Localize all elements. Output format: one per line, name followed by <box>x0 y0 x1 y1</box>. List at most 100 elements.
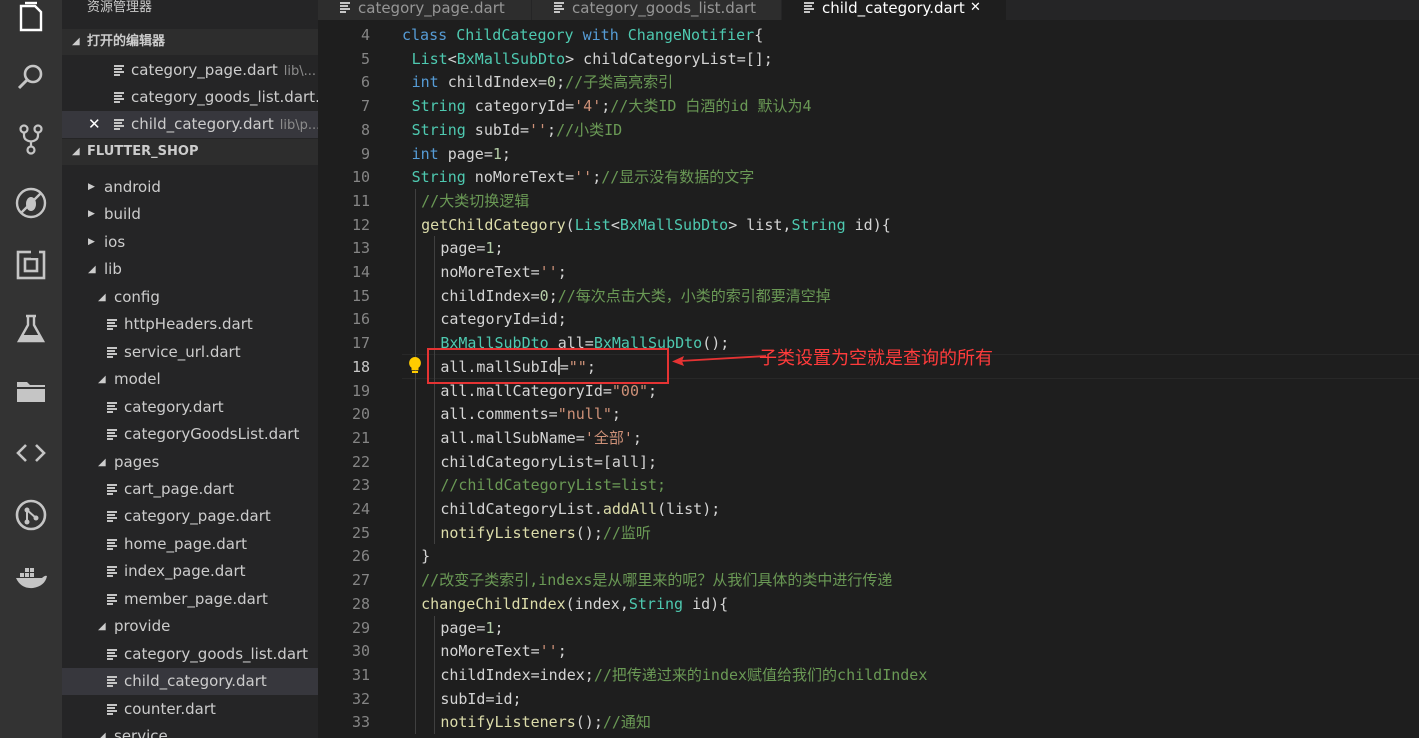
code-line: childIndex=0;//每次点击大类，小类的索引都要清空掉 <box>440 284 1419 308</box>
file-lines-icon <box>106 593 117 606</box>
tree-folder[interactable]: ▶ android <box>62 174 318 201</box>
lightbulb-icon[interactable] <box>408 356 422 374</box>
chevron-down-icon: ◢ <box>98 731 106 738</box>
code-token: //大类切换逻辑 <box>421 191 530 210</box>
code-token: String <box>791 215 855 234</box>
tree-file[interactable]: index_page.dart <box>62 558 318 585</box>
tree-file[interactable]: categoryGoodsList.dart <box>62 421 318 448</box>
tree-file[interactable]: home_page.dart <box>62 531 318 558</box>
code-token: //改变子类索引,indexs是从哪里来的呢？从我们具体的类中进行传递 <box>421 571 893 590</box>
code-token: noMoreText= <box>440 642 540 661</box>
tree-folder[interactable]: ◢ provide <box>62 613 318 640</box>
code-token: String <box>411 97 475 116</box>
chevron-right-icon: ▶ <box>88 236 95 247</box>
code-token: categoryId= <box>474 97 575 116</box>
search-icon[interactable] <box>0 52 62 102</box>
extensions-icon[interactable] <box>0 240 62 290</box>
code-token: id){ <box>692 594 729 613</box>
code-token: ; <box>547 120 557 139</box>
close-icon[interactable]: ✕ <box>88 111 101 138</box>
source-control-icon[interactable] <box>0 114 62 164</box>
tree-folder-label: ios <box>104 232 126 251</box>
tree-folder[interactable]: ◢ model <box>62 366 318 393</box>
tab-close-icon[interactable]: ✕ <box>970 0 981 16</box>
code-token: categoryId=id; <box>440 310 567 329</box>
debug-icon[interactable] <box>0 178 62 228</box>
tree-file-label: category_page.dart <box>124 507 271 526</box>
open-editor-label: category_goods_list.dart... <box>131 84 318 111</box>
tree-file[interactable]: category.dart <box>62 394 318 421</box>
code-token: > list, <box>728 215 792 234</box>
code-token: "00" <box>611 381 649 400</box>
code-line: childCategoryList.addAll(list); <box>440 497 1419 521</box>
git-history-icon[interactable] <box>0 490 62 540</box>
files-icon[interactable] <box>0 0 62 42</box>
code-line: } <box>421 544 1419 568</box>
code-line: all.comments="null"; <box>440 402 1419 426</box>
code-line: page=1; <box>440 616 1419 640</box>
tree-folder-label: lib <box>104 260 122 279</box>
code-token: all.mallCategoryId= <box>440 381 612 400</box>
code-token: childCategoryList. <box>440 500 603 518</box>
tree-folder-label: service <box>114 727 168 738</box>
tree-folder[interactable]: ◢ service <box>62 723 318 738</box>
tree-file[interactable]: member_page.dart <box>62 586 318 613</box>
open-editor-item[interactable]: ✕ child_category.dart lib\p... <box>62 111 318 138</box>
code-token: '' <box>528 120 548 139</box>
tree-file[interactable]: cart_page.dart <box>62 476 318 503</box>
code-token: getChildCategory <box>421 215 566 234</box>
code-line: notifyListeners();//监听 <box>440 521 1419 545</box>
code-token: 1 <box>485 618 495 637</box>
code-line: noMoreText=''; <box>440 260 1419 284</box>
tree-file[interactable]: service_url.dart <box>62 339 318 366</box>
file-lines-icon <box>106 318 117 331</box>
open-editor-item[interactable]: category_page.dart lib\... <box>62 57 318 84</box>
open-editor-label: child_category.dart lib\p... <box>131 111 318 139</box>
tree-folder[interactable]: ◢ pages <box>62 449 318 476</box>
folder-icon[interactable] <box>0 366 62 416</box>
tree-file-label: member_page.dart <box>124 589 268 608</box>
code-token: //监听 <box>602 523 651 542</box>
code-token: < <box>610 215 620 234</box>
tree-folder[interactable]: ◢ config <box>62 284 318 311</box>
code-token: childCategoryList=[all]; <box>440 452 658 471</box>
tree-folder-label: model <box>114 370 161 389</box>
code-token: ; <box>501 144 511 163</box>
code-token: //大类ID 白酒的id 默认为4 <box>610 97 812 116</box>
open-editors-header[interactable]: ◢ 打开的编辑器 <box>62 29 318 55</box>
tab-2[interactable]: category_goods_list.dart <box>532 0 782 20</box>
tree-file[interactable]: category_page.dart <box>62 503 318 530</box>
code-editor[interactable]: 4 5 6 7 8 9 10 11 12 13 14 15 16 17 18 19 20 21 22 23 24 25 26… <box>318 20 1419 738</box>
tree-folder[interactable]: ◢ lib <box>62 256 318 283</box>
code-token: subId= <box>474 120 529 139</box>
code-icon[interactable] <box>0 428 62 478</box>
code-token: addAll <box>602 500 658 518</box>
tree-folder[interactable]: ▶ build <box>62 201 318 228</box>
open-editor-item[interactable]: category_goods_list.dart... <box>62 84 318 111</box>
tree-file[interactable]: httpHeaders.dart <box>62 311 318 338</box>
code-token: 0 <box>539 286 549 305</box>
tab-1[interactable]: category_page.dart <box>318 0 532 20</box>
tree-file[interactable]: counter.dart <box>62 696 318 723</box>
code-token: List <box>574 215 611 234</box>
tab-label: child_category.dart <box>822 0 965 17</box>
project-header[interactable]: ◢ FLUTTER_SHOP <box>62 139 318 165</box>
file-lines-icon <box>106 675 117 688</box>
docker-icon[interactable] <box>0 552 62 602</box>
tab-3[interactable]: child_category.dart ✕ <box>782 0 1007 20</box>
code-token: } <box>421 547 431 566</box>
code-token: ; <box>548 286 558 305</box>
code-token: int <box>411 144 448 163</box>
code-token: subId=id; <box>440 689 522 708</box>
code-token: //小类ID <box>556 120 623 139</box>
tree-file[interactable]: child_category.dart <box>62 668 318 696</box>
tree-folder[interactable]: ▶ ios <box>62 229 318 256</box>
code-token: ; <box>592 168 602 187</box>
editor-tab-bar: category_page.dart category_goods_list.da… <box>318 0 1419 20</box>
flask-icon[interactable] <box>0 304 62 354</box>
code-token: //每次点击大类，小类的索引都要清空掉 <box>557 286 831 305</box>
code-token: (list); <box>657 500 721 518</box>
code-token: //把传递过来的index赋值给我们的childIndex <box>593 665 928 684</box>
tree-file[interactable]: category_goods_list.dart <box>62 641 318 668</box>
tree-file-label: category_goods_list.dart <box>124 644 309 663</box>
